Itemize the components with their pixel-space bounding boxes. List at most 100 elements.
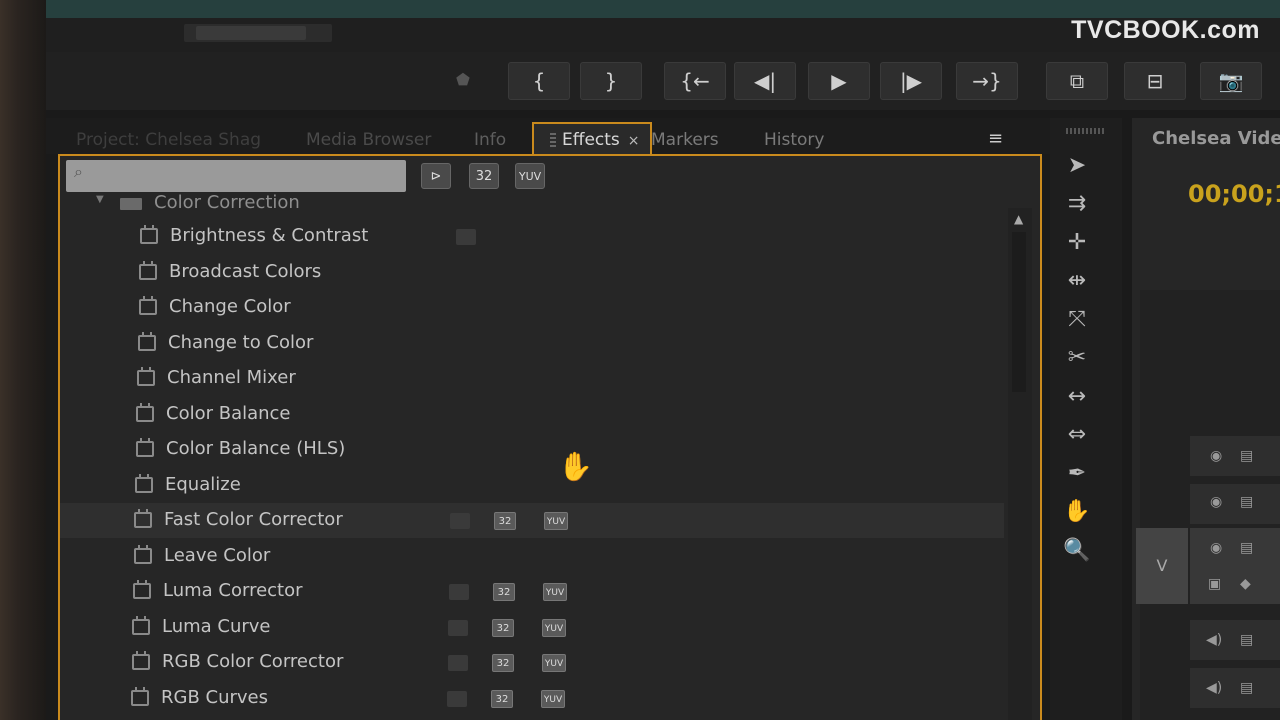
mark-out-button[interactable]: } <box>580 62 642 100</box>
eye-icon[interactable]: ◉ <box>1210 494 1238 514</box>
keyframe-icon[interactable]: ▣ <box>1208 576 1236 596</box>
accelerated-filter-button[interactable]: ⊳ <box>421 163 451 189</box>
effect-preset-icon <box>137 367 155 386</box>
overwrite-button[interactable]: ⊟ <box>1124 62 1186 100</box>
effect-item[interactable]: Leave Color <box>60 539 1004 574</box>
slip-tool-icon[interactable]: ↔ <box>1058 379 1096 413</box>
track-target-v[interactable]: V <box>1136 528 1188 604</box>
step-back-button[interactable]: ◀| <box>734 62 796 100</box>
panel-menu-icon[interactable]: ≡ <box>988 128 1003 149</box>
effect-label: Brightness & Contrast <box>170 225 369 246</box>
accelerated-badge-icon <box>456 229 476 245</box>
effect-preset-icon <box>132 615 150 635</box>
tab-project[interactable]: Project: Chelsea Shag <box>76 126 261 154</box>
disclosure-triangle-icon[interactable]: ▼ <box>96 194 104 205</box>
effect-label: Change to Color <box>168 331 314 353</box>
zoom-scrollbar-thumb[interactable] <box>196 26 306 40</box>
effect-item[interactable]: Brightness & Contrast <box>60 219 1004 254</box>
tools-grip[interactable] <box>1066 128 1106 134</box>
tab-grip-icon[interactable] <box>550 133 556 147</box>
sync-lock-icon[interactable]: ▤ <box>1240 540 1268 560</box>
rolling-edit-tool-icon[interactable]: ⇹ <box>1058 264 1096 298</box>
effects-list: ▼ Color Correction Brightness & Contrast… <box>60 192 1004 720</box>
effect-item[interactable]: Equalize <box>60 468 1004 503</box>
selection-tool-icon[interactable]: ➤ <box>1058 148 1096 182</box>
search-icon: ⌕ <box>74 162 83 181</box>
32bit-badge: 32 <box>492 654 514 672</box>
close-icon[interactable]: × <box>628 133 640 149</box>
sequence-timecode[interactable]: 00;00;1 <box>1188 180 1280 208</box>
scrollbar-thumb[interactable] <box>1012 232 1026 392</box>
mark-in-button[interactable]: { <box>508 62 570 100</box>
effect-item[interactable]: RGB Color Corrector 32 YUV <box>60 645 1004 680</box>
effect-item[interactable]: RGB Curves 32 YUV <box>60 681 1004 716</box>
go-to-out-button[interactable]: →} <box>956 62 1018 100</box>
yuv-filter-button[interactable]: YUV <box>515 163 545 189</box>
razor-tool-icon[interactable]: ✂ <box>1058 341 1096 375</box>
tab-markers[interactable]: Markers <box>651 126 719 154</box>
ripple-edit-tool-icon[interactable]: ✛ <box>1058 225 1096 259</box>
search-input[interactable] <box>66 160 406 192</box>
rate-stretch-tool-icon[interactable]: ⤧ <box>1058 302 1096 336</box>
sync-lock-icon[interactable]: ▤ <box>1240 632 1268 652</box>
effect-item[interactable]: Color Balance (HLS) <box>60 432 1004 467</box>
slide-tool-icon[interactable]: ⇔ <box>1058 418 1096 452</box>
step-forward-button[interactable]: |▶ <box>880 62 942 100</box>
hand-tool-icon[interactable]: ✋ <box>1058 495 1096 529</box>
effect-item[interactable]: Change to Color <box>60 326 1004 361</box>
tab-info[interactable]: Info <box>474 126 506 154</box>
sync-lock-icon[interactable]: ▤ <box>1240 680 1268 700</box>
keyframe-nav-icon[interactable]: ◆ <box>1240 576 1268 596</box>
effect-preset-icon <box>132 651 150 670</box>
export-frame-button[interactable]: 📷 <box>1200 62 1262 100</box>
watermark: TVCBOOK.com <box>1071 16 1260 44</box>
effect-preset-icon <box>135 473 153 493</box>
32bit-badge: 32 <box>494 512 516 530</box>
tab-effects[interactable]: Effects × <box>532 122 652 156</box>
play-button[interactable]: ▶ <box>808 62 870 100</box>
effect-item[interactable]: Luma Corrector 32 YUV <box>60 574 1004 609</box>
sync-lock-icon[interactable]: ▤ <box>1240 494 1268 514</box>
yuv-badge: YUV <box>542 654 566 672</box>
sync-lock-icon[interactable]: ▤ <box>1240 448 1268 468</box>
speaker-icon[interactable]: ◀) <box>1206 680 1234 700</box>
tab-history[interactable]: History <box>764 126 824 154</box>
yuv-badge: YUV <box>543 583 567 601</box>
tab-media-browser[interactable]: Media Browser <box>306 126 431 154</box>
accelerated-badge-icon <box>449 584 469 600</box>
track-select-tool-icon[interactable]: ⇉ <box>1058 187 1096 221</box>
effect-item[interactable]: Channel Mixer <box>60 361 1004 396</box>
effect-preset-icon <box>139 260 157 280</box>
effect-item[interactable]: Fast Color Corrector 32 YUV <box>60 503 1004 538</box>
effect-label: Color Balance (HLS) <box>166 438 346 459</box>
folder-label: Color Correction <box>154 192 300 213</box>
effect-preset-icon <box>139 296 157 315</box>
effect-label: Equalize <box>165 473 241 495</box>
insert-button[interactable]: ⧉ <box>1046 62 1108 100</box>
add-marker-icon[interactable]: ⬟ <box>456 70 474 89</box>
eye-icon[interactable]: ◉ <box>1210 448 1238 468</box>
effect-item[interactable]: Change Color <box>60 290 1004 325</box>
scroll-up-icon[interactable]: ▲ <box>1014 212 1023 226</box>
effect-item[interactable]: Color Balance <box>60 397 1004 432</box>
zoom-tool-icon[interactable]: 🔍 <box>1058 533 1096 567</box>
speaker-icon[interactable]: ◀) <box>1206 632 1234 652</box>
effects-scrollbar[interactable]: ▲ <box>1008 208 1032 720</box>
accelerated-badge-icon <box>448 619 468 636</box>
effect-label: RGB Curves <box>161 686 269 708</box>
pen-tool-icon[interactable]: ✒ <box>1058 456 1096 490</box>
effect-item[interactable]: Luma Curve 32 YUV <box>60 610 1004 645</box>
effect-label: Leave Color <box>164 544 271 566</box>
go-to-in-button[interactable]: {← <box>664 62 726 100</box>
effect-preset-icon <box>138 331 156 351</box>
effect-preset-icon <box>133 580 151 599</box>
32bit-filter-button[interactable]: 32 <box>469 163 499 189</box>
eye-icon[interactable]: ◉ <box>1210 540 1238 560</box>
monitor-bezel <box>0 0 46 720</box>
drag-cursor-icon: ✋ <box>558 450 593 483</box>
folder-color-correction[interactable]: ▼ Color Correction <box>60 192 1004 221</box>
effect-item[interactable]: Broadcast Colors <box>60 255 1004 290</box>
sequence-title[interactable]: Chelsea Video <box>1152 128 1280 149</box>
zoom-scrollbar[interactable] <box>184 24 332 42</box>
effect-preset-icon <box>131 686 149 706</box>
